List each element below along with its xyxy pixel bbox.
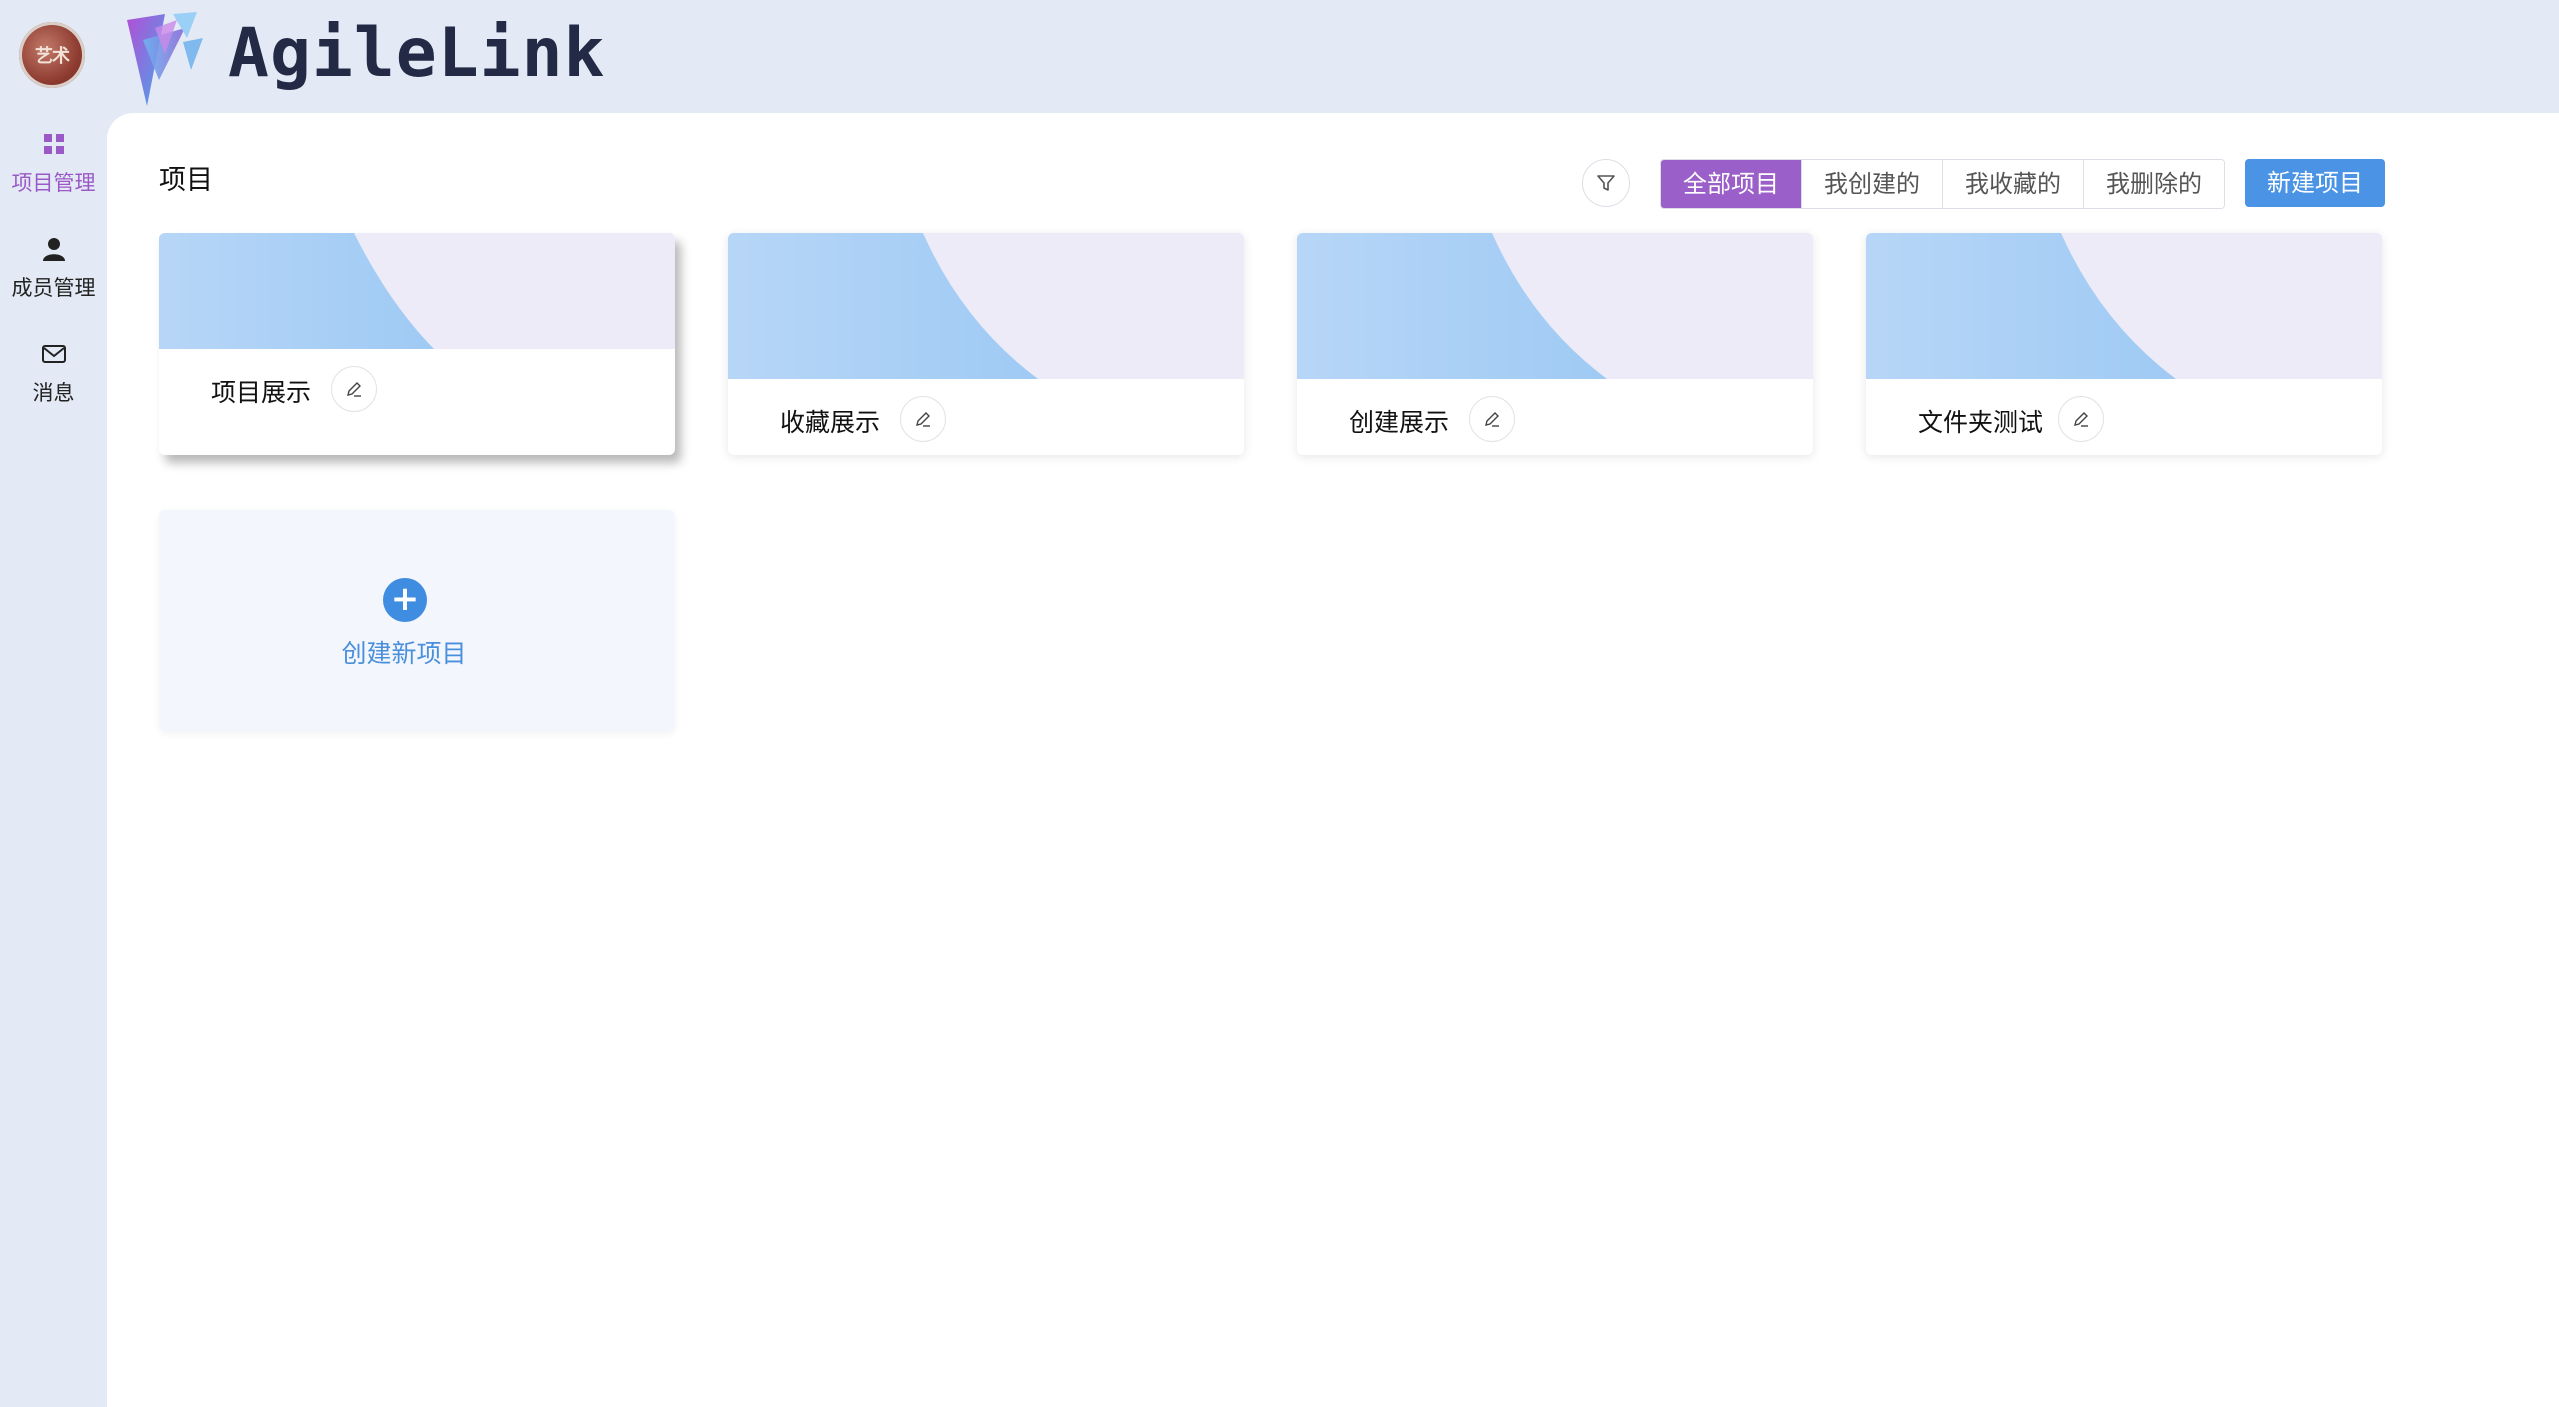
page-title: 项目 — [159, 165, 213, 196]
project-card[interactable]: 文件夹测试 — [1866, 233, 2382, 455]
sidebar-item-label: 成员管理 — [11, 276, 96, 300]
sidebar: 项目管理 成员管理 消息 — [0, 113, 107, 1407]
edit-button[interactable] — [2058, 396, 2104, 442]
project-name: 文件夹测试 — [1918, 408, 2044, 437]
edit-button[interactable] — [331, 366, 377, 412]
card-banner — [1866, 233, 2382, 379]
sidebar-item-messages[interactable]: 消息 — [0, 341, 107, 407]
tab-created-by-me[interactable]: 我创建的 — [1801, 160, 1942, 208]
project-card[interactable]: 创建展示 — [1297, 233, 1813, 455]
edit-button[interactable] — [900, 396, 946, 442]
grid-icon — [43, 134, 64, 154]
plus-icon: + — [383, 578, 427, 622]
card-banner — [159, 233, 675, 349]
tab-deleted[interactable]: 我删除的 — [2083, 160, 2224, 208]
project-name: 收藏展示 — [780, 408, 881, 437]
brand-name: AgileLink — [228, 14, 606, 93]
logo-icon — [127, 12, 203, 106]
sidebar-item-members[interactable]: 成员管理 — [0, 236, 107, 302]
pencil-icon — [347, 382, 361, 397]
pencil-icon — [1485, 412, 1499, 427]
create-project-label: 创建新项目 — [341, 639, 467, 668]
project-name: 项目展示 — [211, 378, 312, 407]
pencil-icon — [2074, 412, 2088, 427]
sidebar-item-label: 消息 — [32, 381, 75, 405]
mail-icon — [41, 345, 66, 363]
user-icon — [42, 238, 65, 261]
create-project-card[interactable]: + 创建新项目 — [159, 510, 675, 732]
new-project-button[interactable]: 新建项目 — [2245, 159, 2385, 207]
project-name: 创建展示 — [1349, 408, 1450, 437]
project-filter-tabs: 全部项目 我创建的 我收藏的 我删除的 — [1660, 159, 2225, 209]
top-bar: 艺术 AgileLink — [0, 0, 2559, 113]
tab-favorited[interactable]: 我收藏的 — [1942, 160, 2083, 208]
main-panel: 项目 全部项目 我创建的 我收藏的 我删除的 新建项目 项目展示 收藏展示 创建… — [107, 113, 2559, 1407]
edit-button[interactable] — [1469, 396, 1515, 442]
project-card[interactable]: 收藏展示 — [728, 233, 1244, 455]
project-card[interactable]: 项目展示 — [159, 233, 675, 455]
card-banner — [728, 233, 1244, 379]
card-banner — [1297, 233, 1813, 379]
sidebar-item-projects[interactable]: 项目管理 — [0, 131, 107, 197]
avatar-text: 艺术 — [35, 46, 70, 67]
avatar[interactable]: 艺术 — [19, 22, 85, 88]
sidebar-item-label: 项目管理 — [11, 171, 96, 195]
filter-icon — [1597, 175, 1615, 191]
filter-button[interactable] — [1582, 159, 1630, 207]
pencil-icon — [916, 412, 930, 427]
tab-all-projects[interactable]: 全部项目 — [1661, 160, 1801, 208]
